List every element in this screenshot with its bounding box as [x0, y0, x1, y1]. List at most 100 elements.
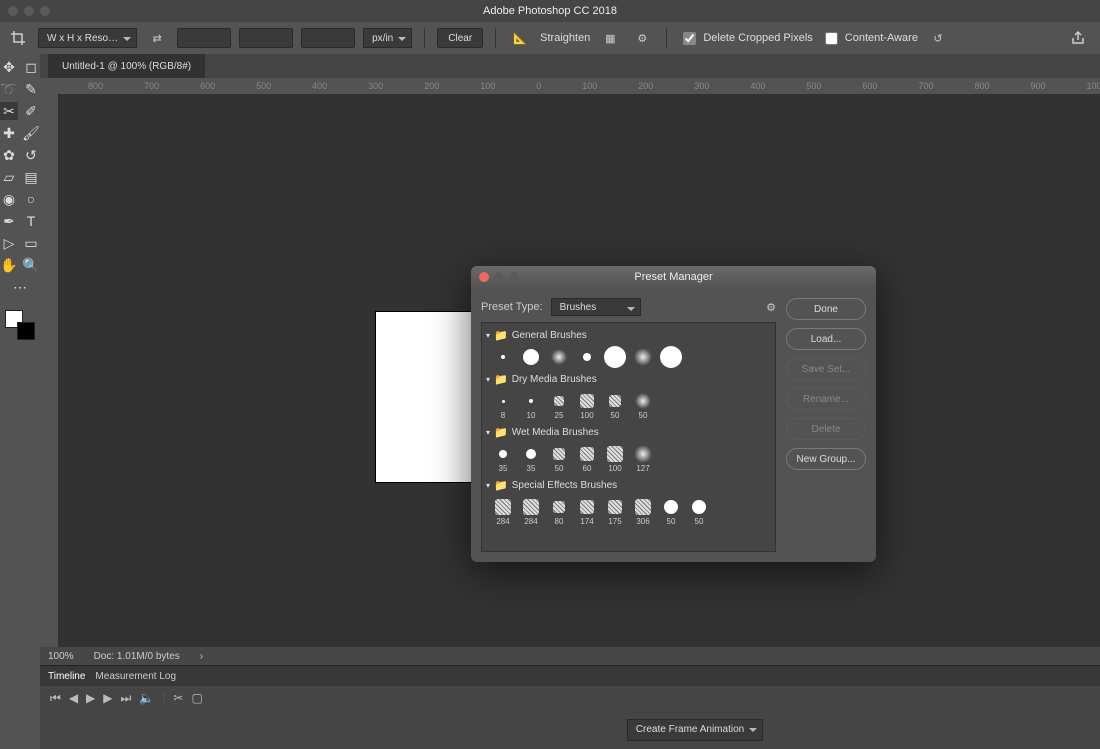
window-minimize-icon[interactable] — [24, 6, 34, 16]
brush-preset[interactable]: 50 — [604, 392, 626, 420]
tab-timeline[interactable]: Timeline — [48, 671, 85, 682]
eyedropper-tool[interactable]: ✐ — [22, 102, 40, 120]
next-frame-icon[interactable]: ▶ — [103, 691, 112, 705]
clear-button[interactable]: Clear — [437, 28, 483, 48]
history-brush-tool[interactable]: ↺ — [22, 146, 40, 164]
brush-preset[interactable]: 35 — [520, 445, 542, 473]
eraser-tool[interactable]: ▱ — [0, 168, 18, 186]
brush-preset[interactable] — [492, 348, 514, 367]
reset-crop-icon[interactable]: ↺ — [926, 28, 950, 48]
audio-icon[interactable]: 🔈 — [139, 691, 154, 705]
hand-tool[interactable]: ✋ — [0, 256, 18, 274]
brush-preset[interactable] — [632, 348, 654, 367]
brush-preset[interactable]: 50 — [548, 445, 570, 473]
straighten-label[interactable]: Straighten — [540, 32, 590, 44]
last-frame-icon[interactable]: ⏭ — [121, 691, 132, 706]
transition-icon[interactable]: ▢ — [191, 691, 202, 705]
brush-preset[interactable]: 284 — [492, 498, 514, 526]
canvas-area[interactable]: Preset Manager Preset Type: Brushes ⚙ ▾📁… — [58, 94, 1100, 647]
path-select-tool[interactable]: ▷ — [0, 234, 18, 252]
quick-select-tool[interactable]: ✎ — [22, 80, 40, 98]
brush-preset[interactable] — [548, 348, 570, 367]
brush-preset[interactable]: 306 — [632, 498, 654, 526]
brush-tool[interactable]: 🖌 — [22, 124, 40, 142]
new-group-button[interactable]: New Group... — [786, 448, 866, 470]
overlay-options-icon[interactable]: ▦ — [598, 28, 622, 48]
brush-preset[interactable]: 60 — [576, 445, 598, 473]
brush-preset[interactable]: 100 — [576, 392, 598, 420]
load-button[interactable]: Load... — [786, 328, 866, 350]
brush-group-header[interactable]: ▾📁Wet Media Brushes — [486, 424, 771, 441]
brush-preset[interactable]: 174 — [576, 498, 598, 526]
ratio-preset-dropdown[interactable]: W x H x Reso… — [38, 28, 137, 48]
brush-preset[interactable]: 25 — [548, 392, 570, 420]
first-frame-icon[interactable]: ⏮ — [50, 691, 61, 706]
crop-tool[interactable]: ✂ — [0, 102, 18, 120]
delete-cropped-checkbox[interactable]: Delete Cropped Pixels — [679, 29, 812, 48]
foreground-background-swatch[interactable] — [5, 310, 35, 340]
preset-type-dropdown[interactable]: Brushes — [551, 298, 641, 316]
brush-preset[interactable]: 50 — [660, 498, 682, 526]
brush-preset[interactable] — [604, 348, 626, 367]
preset-list[interactable]: ▾📁General Brushes▾📁Dry Media Brushes8102… — [481, 322, 776, 552]
brush-preset[interactable]: 284 — [520, 498, 542, 526]
done-button[interactable]: Done — [786, 298, 866, 320]
document-tab[interactable]: Untitled-1 @ 100% (RGB/8#) — [48, 54, 205, 78]
healing-tool[interactable]: ✚ — [0, 124, 18, 142]
crop-width-input[interactable] — [177, 28, 231, 48]
doc-size[interactable]: Doc: 1.01M/0 bytes — [94, 651, 180, 662]
blur-tool[interactable]: ◉ — [0, 190, 18, 208]
brush-preset[interactable]: 8 — [492, 392, 514, 420]
zoom-tool[interactable]: 🔍 — [22, 256, 40, 274]
type-tool[interactable]: T — [22, 212, 40, 230]
crop-options-icon[interactable]: ⚙ — [630, 28, 654, 48]
save-set-button[interactable]: Save Set... — [786, 358, 866, 380]
crop-tool-icon[interactable] — [6, 28, 30, 48]
ruler-horizontal: 8007006005004003002001000100200300400500… — [40, 78, 1100, 94]
content-aware-checkbox[interactable]: Content-Aware — [821, 29, 918, 48]
zoom-level[interactable]: 100% — [48, 651, 74, 662]
brush-preset[interactable] — [576, 348, 598, 367]
brush-preset[interactable]: 50 — [688, 498, 710, 526]
brush-group-header[interactable]: ▾📁Special Effects Brushes — [486, 477, 771, 494]
dialog-titlebar[interactable]: Preset Manager — [471, 266, 876, 288]
clone-tool[interactable]: ✿ — [0, 146, 18, 164]
window-zoom-icon[interactable] — [40, 6, 50, 16]
share-icon[interactable] — [1066, 28, 1090, 48]
create-frame-animation-button[interactable]: Create Frame Animation — [627, 719, 763, 741]
crop-resolution-input[interactable] — [301, 28, 355, 48]
dialog-close-icon[interactable] — [479, 272, 489, 282]
lasso-tool[interactable]: ➰ — [0, 80, 18, 98]
split-icon[interactable]: ✂ — [173, 691, 183, 705]
more-tools[interactable]: ⋯ — [11, 278, 29, 296]
preset-flyout-icon[interactable]: ⚙ — [766, 301, 776, 314]
brush-preset[interactable] — [660, 348, 682, 367]
brush-preset[interactable]: 175 — [604, 498, 626, 526]
gradient-tool[interactable]: ▤ — [22, 168, 40, 186]
brush-preset[interactable]: 80 — [548, 498, 570, 526]
pen-tool[interactable]: ✒ — [0, 212, 18, 230]
swap-dimensions-icon[interactable]: ⇄ — [145, 28, 169, 48]
delete-button[interactable]: Delete — [786, 418, 866, 440]
tab-measurement-log[interactable]: Measurement Log — [95, 671, 176, 682]
brush-preset[interactable] — [520, 348, 542, 367]
brush-preset[interactable]: 127 — [632, 445, 654, 473]
brush-preset[interactable]: 100 — [604, 445, 626, 473]
prev-frame-icon[interactable]: ◀ — [69, 691, 78, 705]
brush-group-header[interactable]: ▾📁Dry Media Brushes — [486, 371, 771, 388]
straighten-icon[interactable]: 📐 — [508, 28, 532, 48]
brush-preset[interactable]: 10 — [520, 392, 542, 420]
resolution-unit-dropdown[interactable]: px/in — [363, 28, 412, 48]
marquee-tool[interactable]: ◻ — [22, 58, 40, 76]
window-close-icon[interactable] — [8, 6, 18, 16]
shape-tool[interactable]: ▭ — [22, 234, 40, 252]
crop-height-input[interactable] — [239, 28, 293, 48]
dodge-tool[interactable]: ○ — [22, 190, 40, 208]
rename-button[interactable]: Rename... — [786, 388, 866, 410]
brush-group-header[interactable]: ▾📁General Brushes — [486, 327, 771, 344]
brush-preset[interactable]: 50 — [632, 392, 654, 420]
move-tool[interactable]: ✥ — [0, 58, 18, 76]
brush-preset[interactable]: 35 — [492, 445, 514, 473]
play-icon[interactable]: ▶ — [86, 691, 95, 705]
status-chevron-icon[interactable]: › — [200, 651, 203, 662]
